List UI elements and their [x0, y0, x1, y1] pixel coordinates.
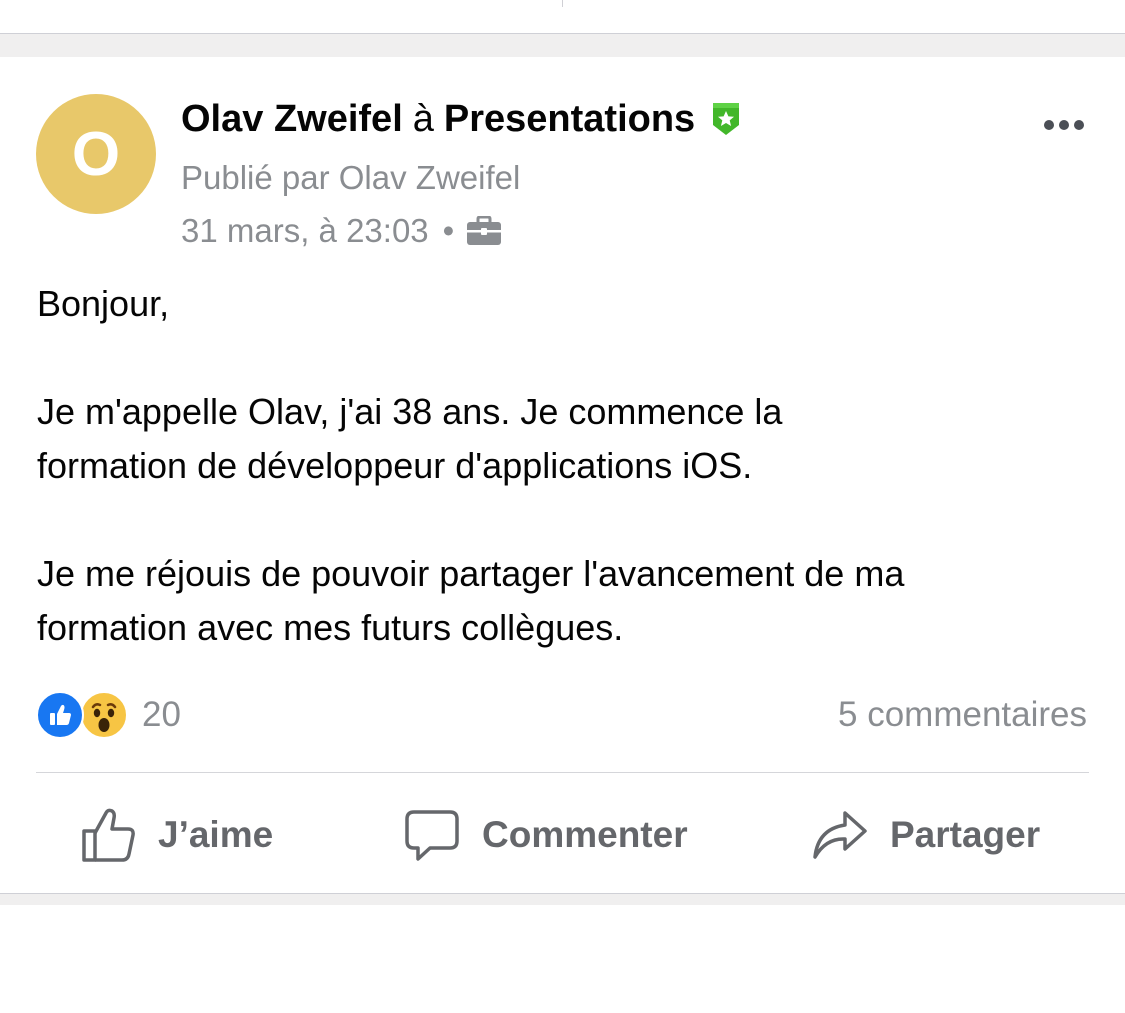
- briefcase-icon: [467, 216, 502, 245]
- author-name-link[interactable]: Olav Zweifel: [181, 98, 403, 141]
- share-label: Partager: [890, 814, 1041, 855]
- actions-divider: [36, 772, 1089, 773]
- more-dot-icon: [1074, 120, 1084, 130]
- post-timestamp[interactable]: 31 mars, à 23:03: [181, 212, 429, 250]
- like-reaction-icon: [36, 691, 84, 739]
- feed-separator-bottom: [0, 893, 1125, 905]
- thumbs-up-icon: [82, 808, 135, 862]
- feed-separator-top: [0, 33, 1125, 57]
- meta-separator: •: [442, 212, 455, 249]
- avatar-letter: O: [71, 119, 121, 189]
- post-text-line: formation avec mes futurs collègues.: [37, 607, 624, 648]
- comment-button[interactable]: Commenter: [404, 802, 688, 868]
- comment-bubble-icon: [405, 810, 459, 861]
- like-button[interactable]: J’aime: [80, 802, 273, 868]
- group-badge-star-icon: [713, 103, 740, 135]
- share-button[interactable]: Partager: [812, 802, 1040, 868]
- more-dot-icon: [1059, 120, 1069, 130]
- reactions-summary[interactable]: 20: [36, 691, 181, 739]
- previous-post-divider: [562, 0, 563, 7]
- title-preposition: à: [412, 97, 434, 140]
- post-title-line: Olav Zweifel à Presentations: [181, 95, 741, 143]
- wow-reaction-icon: [80, 691, 128, 739]
- post-meta: 31 mars, à 23:03 •: [181, 210, 502, 252]
- post-text-line: formation de développeur d'applications …: [37, 445, 753, 486]
- feed-blank-area: [0, 905, 1125, 1013]
- comments-count-link[interactable]: 5 commentaires: [838, 691, 1087, 739]
- author-avatar[interactable]: O: [36, 94, 156, 214]
- page: O Olav Zweifel à Presentations Publié pa…: [0, 0, 1125, 1013]
- post-text-line: Je m'appelle Olav, j'ai 38 ans. Je comme…: [37, 391, 783, 432]
- posted-by-text: Publié par Olav Zweifel: [181, 159, 521, 196]
- post-card: O Olav Zweifel à Presentations Publié pa…: [0, 57, 1125, 893]
- reaction-count: 20: [142, 695, 181, 734]
- more-dot-icon: [1044, 120, 1054, 130]
- more-options-button[interactable]: [1036, 109, 1092, 141]
- post-body: Bonjour, Je m'appelle Olav, j'ai 38 ans.…: [37, 277, 1097, 655]
- share-arrow-icon: [813, 811, 867, 859]
- comment-label: Commenter: [482, 814, 688, 855]
- post-text-line: Je me réjouis de pouvoir partager l'avan…: [37, 553, 905, 594]
- previous-post-edge: [0, 0, 1125, 33]
- like-label: J’aime: [158, 814, 274, 855]
- group-name-link[interactable]: Presentations: [444, 98, 695, 141]
- post-text-line: Bonjour,: [37, 283, 170, 324]
